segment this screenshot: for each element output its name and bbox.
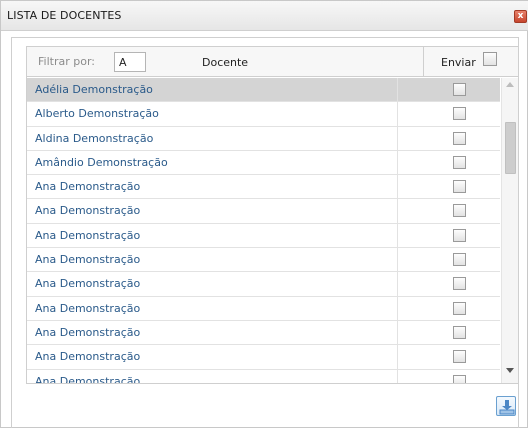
enviar-cell	[397, 296, 500, 320]
enviar-checkbox[interactable]	[453, 325, 466, 339]
column-divider	[423, 47, 424, 77]
table-row[interactable]: Ana Demonstração	[27, 175, 500, 200]
grid-rows: Adélia Demonstração Alberto Demonstração A…	[27, 78, 500, 384]
column-header-docente[interactable]: Docente	[202, 56, 248, 69]
enviar-checkbox[interactable]	[453, 301, 466, 315]
table-row[interactable]: Ana Demonstração	[27, 248, 500, 273]
docente-name: Ana Demonstração	[35, 301, 141, 315]
enviar-cell	[397, 199, 500, 223]
docente-name: Ana Demonstração	[35, 277, 141, 291]
enviar-checkbox[interactable]	[453, 155, 466, 169]
enviar-cell	[397, 320, 500, 345]
dialog-title: LISTA DE DOCENTES	[7, 9, 122, 22]
enviar-checkbox[interactable]	[453, 228, 466, 242]
table-row[interactable]: Ana Demonstração	[27, 369, 500, 384]
table-row[interactable]: Ana Demonstração	[27, 345, 500, 370]
docente-name: Ana Demonstração	[35, 350, 141, 364]
enviar-cell	[397, 175, 500, 199]
enviar-checkbox[interactable]	[453, 204, 466, 218]
table-row[interactable]: Ana Demonstração	[27, 272, 500, 297]
docente-name: Ana Demonstração	[35, 204, 141, 218]
grid-header: Filtrar por: Docente Enviar	[27, 47, 518, 77]
enviar-checkbox[interactable]	[453, 107, 466, 121]
docentes-grid: Filtrar por: Docente Enviar Adélia Demon…	[26, 46, 519, 384]
table-row[interactable]: Ana Demonstração	[27, 296, 500, 321]
enviar-cell	[397, 345, 500, 369]
enviar-checkbox[interactable]	[453, 83, 466, 96]
enviar-cell	[397, 248, 500, 272]
filter-input[interactable]	[114, 52, 146, 72]
docente-name: Ana Demonstração	[35, 228, 141, 242]
docente-name: Adélia Demonstração	[35, 83, 153, 96]
column-header-enviar: Enviar	[441, 56, 476, 69]
table-row[interactable]: Ana Demonstração	[27, 223, 500, 249]
docente-name: Ana Demonstração	[35, 325, 141, 339]
enviar-cell	[397, 369, 500, 383]
table-row[interactable]: Alberto Demonstração	[27, 102, 500, 127]
enviar-checkbox[interactable]	[453, 131, 466, 145]
enviar-cell	[397, 78, 500, 102]
select-all-checkbox[interactable]	[483, 52, 497, 66]
docente-name: Ana Demonstração	[35, 180, 141, 194]
scroll-up-arrow-icon[interactable]	[506, 82, 514, 87]
table-row[interactable]: Ana Demonstração	[27, 320, 500, 346]
docente-name: Ana Demonstração	[35, 253, 141, 267]
filter-label: Filtrar por:	[38, 55, 95, 68]
download-icon	[499, 400, 515, 415]
close-icon[interactable]: x	[514, 10, 527, 23]
download-button[interactable]	[496, 396, 516, 416]
enviar-checkbox[interactable]	[453, 180, 466, 194]
scroll-down-arrow-icon[interactable]	[506, 368, 514, 373]
docente-name: Amândio Demonstração	[35, 155, 168, 169]
enviar-cell	[397, 223, 500, 248]
enviar-cell	[397, 126, 500, 150]
vertical-scrollbar[interactable]	[501, 78, 518, 383]
enviar-checkbox[interactable]	[453, 253, 466, 267]
enviar-cell	[397, 150, 500, 175]
enviar-cell	[397, 272, 500, 296]
enviar-checkbox[interactable]	[453, 350, 466, 364]
table-row[interactable]: Adélia Demonstração	[27, 78, 500, 103]
dialog-titlebar: LISTA DE DOCENTES x	[1, 1, 528, 31]
table-row[interactable]: Aldina Demonstração	[27, 126, 500, 151]
docente-name: Alberto Demonstração	[35, 107, 159, 121]
enviar-checkbox[interactable]	[453, 374, 466, 383]
scrollbar-thumb[interactable]	[505, 122, 516, 174]
enviar-checkbox[interactable]	[453, 277, 466, 291]
table-row[interactable]: Ana Demonstração	[27, 199, 500, 224]
table-row[interactable]: Amândio Demonstração	[27, 150, 500, 176]
enviar-cell	[397, 102, 500, 126]
docente-name: Ana Demonstração	[35, 374, 141, 384]
docente-name: Aldina Demonstração	[35, 131, 154, 145]
